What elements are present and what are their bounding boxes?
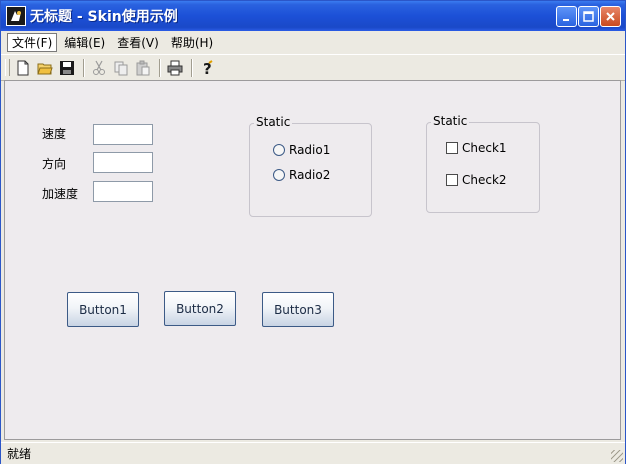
minimize-icon	[562, 18, 569, 21]
close-icon	[606, 12, 615, 21]
new-file-button[interactable]	[13, 58, 33, 78]
maximize-icon	[583, 11, 594, 22]
menu-bar: 文件(F) 编辑(E) 查看(V) 帮助(H)	[1, 31, 625, 53]
copy-button[interactable]	[111, 58, 131, 78]
help-button[interactable]: ?	[197, 58, 217, 78]
menu-help[interactable]: 帮助(H)	[166, 33, 218, 52]
radio-button-icon[interactable]	[273, 169, 285, 181]
client-area: 速度 方向 加速度 Static Radio1 Radio2 Static Ch…	[4, 80, 621, 440]
status-bar: 就绪	[1, 442, 625, 464]
cut-button[interactable]	[89, 58, 109, 78]
open-button[interactable]	[35, 58, 55, 78]
minimize-button[interactable]	[556, 6, 577, 27]
direction-label: 方向	[42, 157, 67, 171]
help-icon: ?	[203, 60, 213, 76]
check-option-1[interactable]: Check1	[446, 141, 507, 155]
check-option-1-label: Check1	[462, 141, 507, 155]
window-title: 无标题 - Skin使用示例	[30, 9, 178, 25]
paste-icon	[136, 60, 150, 75]
app-window: 无标题 - Skin使用示例 文件(F) 编辑(E) 查看(V) 帮助(H) ?…	[0, 0, 626, 464]
radio-groupbox: Static Radio1 Radio2	[249, 115, 372, 217]
app-icon[interactable]	[6, 6, 26, 26]
toolbar-grip[interactable]	[5, 59, 10, 76]
check-option-2-label: Check2	[462, 173, 507, 187]
speed-label: 速度	[42, 127, 67, 141]
status-text: 就绪	[7, 447, 32, 461]
toolbar: ?	[1, 54, 625, 81]
save-icon	[60, 60, 74, 75]
radio-group-caption: Static	[254, 115, 293, 129]
close-button[interactable]	[600, 6, 621, 27]
open-folder-icon	[37, 63, 53, 74]
cut-icon	[93, 60, 105, 75]
toolbar-separator	[191, 58, 193, 77]
acceleration-input[interactable]	[93, 181, 153, 202]
menu-view[interactable]: 查看(V)	[112, 33, 164, 52]
paste-button[interactable]	[133, 58, 153, 78]
new-file-icon	[17, 60, 29, 75]
check-groupbox: Static Check1 Check2	[426, 114, 540, 213]
toolbar-separator	[83, 58, 85, 77]
button-3[interactable]: Button3	[262, 292, 334, 327]
save-button[interactable]	[57, 58, 77, 78]
title-bar[interactable]: 无标题 - Skin使用示例	[1, 1, 625, 31]
button-2[interactable]: Button2	[164, 291, 236, 326]
copy-icon	[114, 61, 128, 75]
print-icon	[167, 60, 183, 75]
acceleration-label: 加速度	[42, 187, 79, 201]
print-button[interactable]	[165, 58, 185, 78]
check-group-caption: Static	[431, 114, 470, 128]
toolbar-separator	[159, 58, 161, 77]
radio-option-1[interactable]: Radio1	[273, 143, 330, 157]
checkbox-icon[interactable]	[446, 174, 458, 186]
resize-grip-icon[interactable]	[611, 450, 623, 462]
button-1[interactable]: Button1	[67, 292, 139, 327]
radio-option-2-label: Radio2	[289, 168, 331, 182]
radio-button-icon[interactable]	[273, 144, 285, 156]
direction-input[interactable]	[93, 152, 153, 173]
maximize-button[interactable]	[578, 6, 599, 27]
speed-input[interactable]	[93, 124, 153, 145]
radio-option-2[interactable]: Radio2	[273, 168, 330, 182]
menu-file[interactable]: 文件(F)	[7, 32, 58, 52]
menu-edit[interactable]: 编辑(E)	[59, 33, 110, 52]
radio-option-1-label: Radio1	[289, 143, 331, 157]
check-option-2[interactable]: Check2	[446, 173, 507, 187]
checkbox-icon[interactable]	[446, 142, 458, 154]
